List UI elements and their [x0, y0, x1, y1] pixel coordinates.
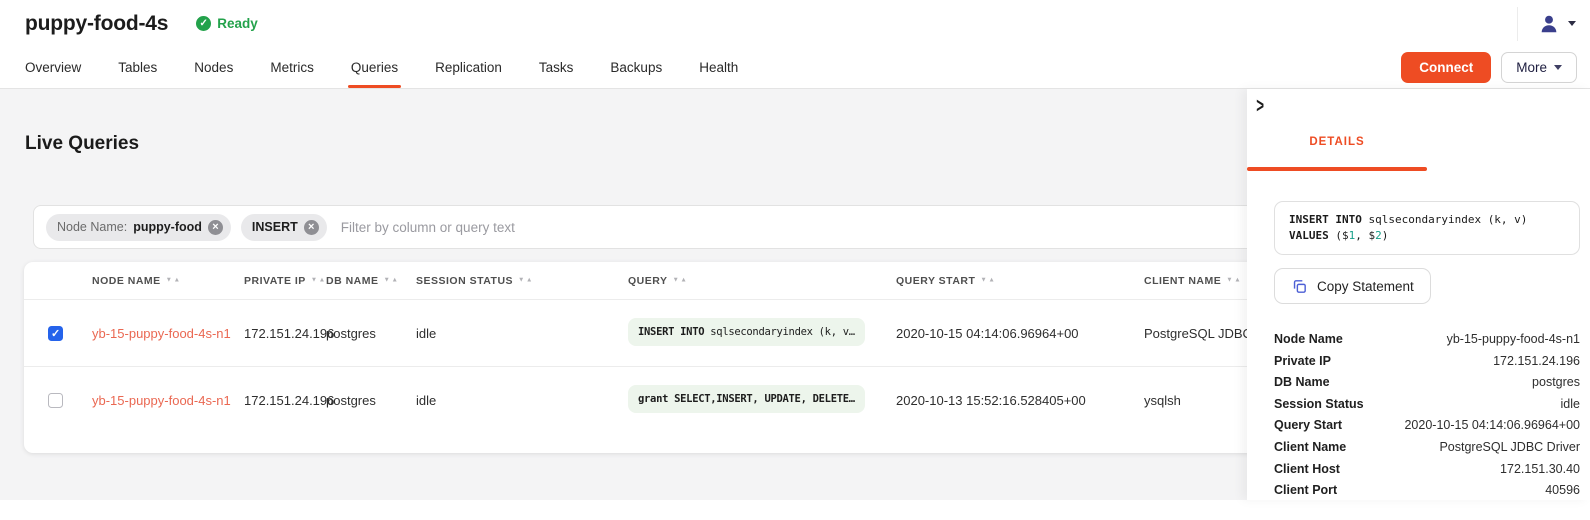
column-header-query[interactable]: QUERY [628, 275, 896, 287]
remove-filter-icon[interactable]: × [304, 220, 319, 235]
active-tab-underline [1247, 167, 1427, 171]
column-header-db-name[interactable]: DB NAME [326, 275, 416, 287]
tab-tasks[interactable]: Tasks [539, 47, 574, 88]
header-divider [1517, 7, 1518, 41]
page-title: Live Queries [25, 133, 139, 155]
db-name-cell: postgres [326, 326, 416, 341]
query-snippet[interactable]: INSERT INTO sqlsecondaryindex (k, v… [628, 318, 865, 346]
detail-label: Client Name [1274, 437, 1346, 459]
detail-row: Node Name yb-15-puppy-food-4s-n1 [1274, 329, 1580, 351]
tab-health[interactable]: Health [699, 47, 738, 88]
query-details-fields: Node Name yb-15-puppy-food-4s-n1 Private … [1274, 329, 1580, 502]
filter-chip-value: INSERT [252, 220, 298, 234]
row-checkbox[interactable] [48, 393, 63, 408]
detail-value: 172.151.30.40 [1500, 459, 1580, 481]
query-start-cell: 2020-10-15 04:14:06.96964+00 [896, 326, 1144, 341]
chevron-down-icon [1568, 21, 1576, 26]
detail-row: Private IP 172.151.24.196 [1274, 351, 1580, 373]
private-ip-cell: 172.151.24.196 [244, 393, 326, 408]
copy-icon [1291, 278, 1308, 295]
detail-label: Node Name [1274, 329, 1343, 351]
filter-chip-insert: INSERT × [241, 214, 327, 241]
private-ip-cell: 172.151.24.196 [244, 326, 326, 341]
detail-row: DB Name postgres [1274, 372, 1580, 394]
node-name-link[interactable]: yb-15-puppy-food-4s-n1 [92, 326, 231, 341]
remove-filter-icon[interactable]: × [208, 220, 223, 235]
tab-backups[interactable]: Backups [610, 47, 662, 88]
collapse-panel-icon[interactable]: > [1256, 93, 1264, 117]
detail-value: yb-15-puppy-food-4s-n1 [1447, 329, 1580, 351]
status-label: Ready [217, 16, 258, 31]
sort-icons[interactable] [672, 277, 687, 284]
detail-row: Client Name PostgreSQL JDBC Driver [1274, 437, 1580, 459]
filter-chip-value: puppy-food [133, 220, 202, 234]
sort-icons[interactable] [166, 277, 181, 284]
sort-icons[interactable] [518, 277, 533, 284]
tab-tables[interactable]: Tables [118, 47, 157, 88]
app-header: puppy-food-4s ✓ Ready [0, 0, 1590, 47]
column-header-node-name[interactable]: NODE NAME [92, 275, 244, 287]
sql-statement: INSERT INTO sqlsecondaryindex (k, v) VAL… [1274, 201, 1580, 255]
column-header-private-ip[interactable]: PRIVATE IP [244, 275, 326, 287]
detail-label: Client Port [1274, 480, 1337, 502]
column-header-query-start[interactable]: QUERY START [896, 275, 1144, 287]
sort-icons[interactable] [1226, 277, 1241, 284]
query-snippet[interactable]: grant SELECT,INSERT, UPDATE, DELETE… [628, 385, 865, 413]
tab-nodes[interactable]: Nodes [194, 47, 233, 88]
chevron-down-icon [1554, 65, 1562, 70]
detail-row: Query Start 2020-10-15 04:14:06.96964+00 [1274, 415, 1580, 437]
column-header-session-status[interactable]: SESSION STATUS [416, 275, 628, 287]
copy-statement-button[interactable]: Copy Statement [1274, 268, 1431, 304]
detail-label: Query Start [1274, 415, 1342, 437]
tab-details[interactable]: DETAILS [1247, 136, 1427, 148]
filter-chip-node-name: Node Name: puppy-food × [46, 214, 231, 241]
sort-icons[interactable] [980, 277, 995, 284]
detail-label: Session Status [1274, 394, 1364, 416]
detail-label: Private IP [1274, 351, 1331, 373]
tab-overview[interactable]: Overview [25, 47, 81, 88]
detail-value: postgres [1532, 372, 1580, 394]
detail-label: Client Host [1274, 459, 1340, 481]
more-button-label: More [1516, 60, 1547, 75]
detail-value: idle [1561, 394, 1580, 416]
sort-icons[interactable] [311, 277, 326, 284]
row-checkbox[interactable] [48, 326, 63, 341]
detail-value: 40596 [1545, 480, 1580, 502]
detail-label: DB Name [1274, 372, 1330, 394]
cluster-title: puppy-food-4s [25, 12, 168, 36]
query-start-cell: 2020-10-13 15:52:16.528405+00 [896, 393, 1144, 408]
more-button[interactable]: More [1501, 52, 1577, 83]
detail-row: Session Status idle [1274, 394, 1580, 416]
session-status-cell: idle [416, 393, 628, 408]
tab-queries[interactable]: Queries [351, 47, 398, 88]
detail-value: PostgreSQL JDBC Driver [1439, 437, 1580, 459]
details-panel: > DETAILS INSERT INTO sqlsecondaryindex … [1247, 89, 1590, 500]
user-menu-button[interactable] [1538, 13, 1576, 35]
status-badge: ✓ Ready [196, 16, 258, 31]
filter-placeholder: Filter by column or query text [341, 220, 515, 235]
detail-value: 172.151.24.196 [1493, 351, 1580, 373]
filter-chip-prefix: Node Name: [57, 220, 127, 234]
detail-row: Client Port 40596 [1274, 480, 1580, 502]
tab-bar: Overview Tables Nodes Metrics Queries Re… [0, 47, 1590, 89]
session-status-cell: idle [416, 326, 628, 341]
user-icon [1538, 13, 1560, 35]
sort-icons[interactable] [384, 277, 399, 284]
db-name-cell: postgres [326, 393, 416, 408]
detail-row: Client Host 172.151.30.40 [1274, 459, 1580, 481]
check-icon: ✓ [196, 16, 211, 31]
tab-replication[interactable]: Replication [435, 47, 502, 88]
tab-metrics[interactable]: Metrics [270, 47, 314, 88]
node-name-link[interactable]: yb-15-puppy-food-4s-n1 [92, 393, 231, 408]
copy-statement-label: Copy Statement [1317, 279, 1414, 294]
connect-button[interactable]: Connect [1401, 52, 1491, 83]
detail-value: 2020-10-15 04:14:06.96964+00 [1404, 415, 1580, 437]
tabs: Overview Tables Nodes Metrics Queries Re… [25, 47, 738, 88]
